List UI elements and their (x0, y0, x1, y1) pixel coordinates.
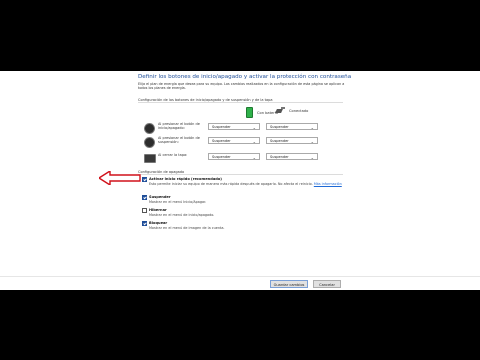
lock-label[interactable]: Bloquear (149, 221, 167, 225)
battery-icon (246, 107, 253, 118)
power-button-row: Al presionar el botón de inicio/apagado:… (142, 122, 352, 136)
row-label: Al cerrar la tapa: (158, 153, 188, 157)
column-battery: Con batería (246, 107, 278, 118)
sleep-button-icon (144, 137, 155, 148)
select-value: Suspender (212, 125, 231, 129)
column-plugged-label: Conectado (289, 108, 309, 113)
chevron-down-icon: ⌄ (252, 139, 256, 144)
sleep-button-row: Al presionar el botón de suspensión: Sus… (142, 136, 352, 150)
chevron-down-icon: ⌄ (252, 155, 256, 160)
hibernate-label[interactable]: Hibernar (149, 208, 167, 212)
lid-plugged-select[interactable]: Suspender ⌄ (266, 153, 318, 160)
fast-startup-description: Esto permite iniciar su equipo de manera… (149, 182, 354, 186)
section-divider (138, 174, 343, 175)
fast-startup-label[interactable]: Activar inicio rápido (recomendado) (149, 177, 222, 181)
footer-divider (0, 276, 480, 277)
lock-description: Mostrar en el menú de imagen de la cuent… (149, 226, 225, 230)
power-button-icon (144, 123, 155, 134)
lock-checkbox[interactable] (142, 221, 147, 226)
save-changes-button[interactable]: Guardar cambios (270, 280, 308, 288)
power-button-plugged-select[interactable]: Suspender ⌄ (266, 123, 318, 130)
page-description: Elija el plan de energía que desea para … (138, 82, 345, 91)
row-label: Al presionar el botón de suspensión: (158, 136, 200, 145)
chevron-down-icon: ⌄ (310, 125, 314, 130)
page-title: Definir los botones de inicio/apagado y … (138, 74, 352, 80)
select-value: Suspender (212, 139, 231, 143)
select-value: Suspender (270, 125, 289, 129)
row-label: Al presionar el botón de inicio/apagado: (158, 122, 200, 131)
lid-row: Al cerrar la tapa: Suspender ⌄ Suspender ⌄ (142, 152, 352, 166)
sleep-button-plugged-select[interactable]: Suspender ⌄ (266, 137, 318, 144)
chevron-down-icon: ⌄ (252, 125, 256, 130)
fast-startup-checkbox[interactable] (142, 177, 147, 182)
cancel-button[interactable]: Cancelar (313, 280, 341, 288)
hibernate-description: Mostrar en el menú de inicio/apagado. (149, 213, 215, 217)
select-value: Suspender (270, 155, 289, 159)
sleep-label[interactable]: Suspender (149, 195, 171, 199)
sleep-button-battery-select[interactable]: Suspender ⌄ (208, 137, 260, 144)
sleep-description: Mostrar en el menú Inicio/Apagar. (149, 200, 207, 204)
chevron-down-icon: ⌄ (310, 139, 314, 144)
power-options-window: Definir los botones de inicio/apagado y … (0, 71, 480, 290)
column-plugged: Conectado (276, 107, 308, 114)
lid-icon (144, 154, 156, 163)
chevron-down-icon: ⌄ (310, 155, 314, 160)
sleep-checkbox[interactable] (142, 195, 147, 200)
plug-icon (276, 107, 285, 114)
more-info-link[interactable]: Más información (314, 182, 342, 186)
hibernate-checkbox[interactable] (142, 208, 147, 213)
red-arrow-annotation (99, 171, 141, 185)
select-value: Suspender (212, 155, 231, 159)
lid-battery-select[interactable]: Suspender ⌄ (208, 153, 260, 160)
select-value: Suspender (270, 139, 289, 143)
section-divider (138, 102, 343, 103)
fast-startup-text: Esto permite iniciar su equipo de manera… (149, 182, 313, 186)
power-button-battery-select[interactable]: Suspender ⌄ (208, 123, 260, 130)
